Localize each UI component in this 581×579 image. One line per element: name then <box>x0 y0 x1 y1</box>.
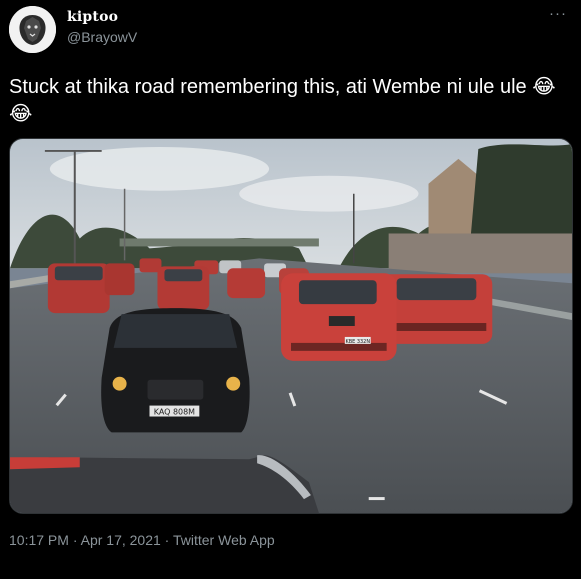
tweet-photo[interactable]: KBE 332N KAQ 808M <box>9 138 573 514</box>
display-name[interactable]: kiptoo <box>67 9 118 25</box>
mercedes-plate-text: KAQ 808M <box>154 408 195 417</box>
tears-of-joy-emoji-icon: 😂 <box>9 103 33 125</box>
tweet-metadata: 10:17 PM · Apr 17, 2021 · Twitter Web Ap… <box>9 532 275 548</box>
tweet-text-body: Stuck at thika road remembering this, at… <box>9 76 527 98</box>
avatar[interactable] <box>9 6 56 53</box>
suv-plate-text: KBE 332N <box>345 339 370 345</box>
meta-separator: · <box>160 532 173 548</box>
tweet-date[interactable]: Apr 17, 2021 <box>81 532 161 548</box>
meta-separator: · <box>68 532 81 548</box>
lion-icon <box>9 6 56 53</box>
tweet-text: Stuck at thika road remembering this, at… <box>9 74 574 128</box>
tears-of-joy-emoji-icon: 😂 <box>532 76 556 98</box>
motorcade-photo: KBE 332N KAQ 808M <box>10 139 572 513</box>
more-options-icon[interactable]: ··· <box>549 5 567 22</box>
tweet-source-app[interactable]: Twitter Web App <box>173 532 275 548</box>
tweet-time[interactable]: 10:17 PM <box>9 532 69 548</box>
user-handle[interactable]: @BrayowV <box>67 29 137 45</box>
